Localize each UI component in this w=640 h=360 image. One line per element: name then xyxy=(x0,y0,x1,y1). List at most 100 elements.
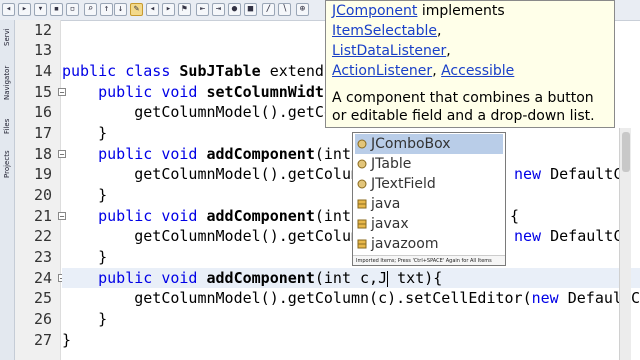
line-number: 16 xyxy=(33,103,52,121)
projects-tab[interactable]: Projects xyxy=(0,142,14,186)
start-macro-icon[interactable]: ● xyxy=(228,3,241,16)
method-name: setColumnWidth xyxy=(206,83,333,101)
code-text: } xyxy=(98,248,108,266)
code-line-tail: { xyxy=(510,206,519,226)
line-number: 27 xyxy=(33,331,52,349)
code-line: getColumnModel().getColumn(c).setCellEdi… xyxy=(62,288,640,308)
keyword: public void xyxy=(98,269,207,287)
zoom-icon[interactable]: ⊕ xyxy=(296,3,309,16)
comment-icon[interactable]: ∕ xyxy=(262,3,275,16)
line-number: 19 xyxy=(33,165,52,183)
completion-label: javazoom xyxy=(371,236,439,252)
code-line: getColumnModel().getColum xyxy=(62,226,360,246)
line-number: 12 xyxy=(33,21,52,39)
code-line-tail: new DefaultC xyxy=(514,164,622,184)
completion-label: JTextField xyxy=(371,176,436,192)
toggle-highlight-icon[interactable]: ✎ xyxy=(130,3,143,16)
doc-text: , xyxy=(432,63,442,79)
package-icon xyxy=(357,199,367,209)
line-number: 20 xyxy=(33,186,52,204)
find-selection-icon[interactable]: ⌕ xyxy=(84,3,97,16)
accessible-link[interactable]: Accessible xyxy=(441,63,514,79)
files-tab[interactable]: Files xyxy=(0,112,14,140)
code-line: } xyxy=(62,330,71,350)
forward-icon[interactable]: ▸ xyxy=(18,3,31,16)
completion-item-java[interactable]: java xyxy=(355,194,503,214)
keyword: public class xyxy=(62,62,180,80)
code-text: getColumnModel().getColum xyxy=(134,227,361,245)
line-number: 13 xyxy=(33,41,52,59)
code-line: } xyxy=(62,247,107,267)
method-name: addComponent xyxy=(206,207,315,225)
line-number: 25 xyxy=(33,289,52,307)
class-icon xyxy=(357,179,367,189)
doc-text: implements xyxy=(417,3,505,19)
completion-item-javazoom[interactable]: javazoom xyxy=(355,234,503,254)
actionlistener-link[interactable]: ActionListener xyxy=(332,63,432,79)
line-number: 26 xyxy=(33,310,52,328)
itemselectable-link[interactable]: ItemSelectable xyxy=(332,23,437,39)
code-line: public void setColumnWidth xyxy=(62,82,333,102)
completion-item-jtextfield[interactable]: JTextField xyxy=(355,174,503,194)
code-text: } xyxy=(98,186,108,204)
completion-item-jtable[interactable]: JTable xyxy=(355,154,503,174)
shift-right-icon[interactable]: ⇥ xyxy=(212,3,225,16)
find-next-icon[interactable]: ↓ xyxy=(114,3,127,16)
code-line-tail: new DefaultC xyxy=(514,226,622,246)
keyword: public void xyxy=(98,145,207,163)
source-icon[interactable]: ▪ xyxy=(50,3,63,16)
previous-bookmark-icon[interactable]: ◂ xyxy=(146,3,159,16)
line-number: 15 xyxy=(33,83,52,101)
code-text: extends xyxy=(260,62,333,80)
shift-left-icon[interactable]: ⇤ xyxy=(196,3,209,16)
completion-item-javax[interactable]: javax xyxy=(355,214,503,234)
code-line: public void addComponent(int c xyxy=(62,206,369,226)
class-icon xyxy=(357,139,367,149)
next-bookmark-icon[interactable]: ▸ xyxy=(162,3,175,16)
find-previous-icon[interactable]: ↑ xyxy=(100,3,113,16)
code-line: getColumnModel().getColum xyxy=(62,164,360,184)
completion-item-jcombobox[interactable]: JComboBox xyxy=(355,134,503,154)
uncomment-icon[interactable]: ∖ xyxy=(278,3,291,16)
keyword: public void xyxy=(98,207,207,225)
keyword: new xyxy=(531,289,559,307)
completion-label: JComboBox xyxy=(371,136,451,152)
doc-text: , xyxy=(446,43,451,59)
line-number: 14 xyxy=(33,62,52,80)
editor-vertical-scrollbar[interactable] xyxy=(619,128,631,360)
code-line: getColumnModel().getCo xyxy=(62,102,333,122)
listdatalistener-link[interactable]: ListDataListener xyxy=(332,43,446,59)
services-tab[interactable]: Servi xyxy=(0,20,14,54)
jcomponent-link[interactable]: JComponent xyxy=(332,3,417,19)
code-text: } xyxy=(98,310,108,328)
toggle-icon[interactable]: ▫ xyxy=(66,3,79,16)
line-number: 17 xyxy=(33,124,52,142)
code-text: txt){ xyxy=(388,269,443,287)
navigator-tab[interactable]: Navigator xyxy=(0,56,14,110)
doc-description: A component that combines a button or ed… xyxy=(332,90,595,127)
side-panel-tabs: Servi Navigator Files Projects xyxy=(0,20,15,360)
code-text: getColumnModel().getColum xyxy=(134,165,361,183)
toggle-bookmark-icon[interactable]: ⚑ xyxy=(178,3,191,16)
package-icon xyxy=(357,219,367,229)
completion-footer: Imported Items; Press 'Ctrl+SPACE' Again… xyxy=(353,255,505,265)
scrollbar-thumb[interactable] xyxy=(622,132,630,172)
code-text: DefaultC xyxy=(541,165,623,183)
code-text: DefaultC xyxy=(541,227,623,245)
back-icon[interactable]: ◂ xyxy=(2,3,15,16)
stop-macro-icon[interactable]: ■ xyxy=(244,3,257,16)
code-text: getColumnModel().getCo xyxy=(134,103,333,121)
class-icon xyxy=(357,159,367,169)
history-icon[interactable]: ▾ xyxy=(34,3,47,16)
completion-label: java xyxy=(371,196,401,212)
keyword: public void xyxy=(98,83,207,101)
